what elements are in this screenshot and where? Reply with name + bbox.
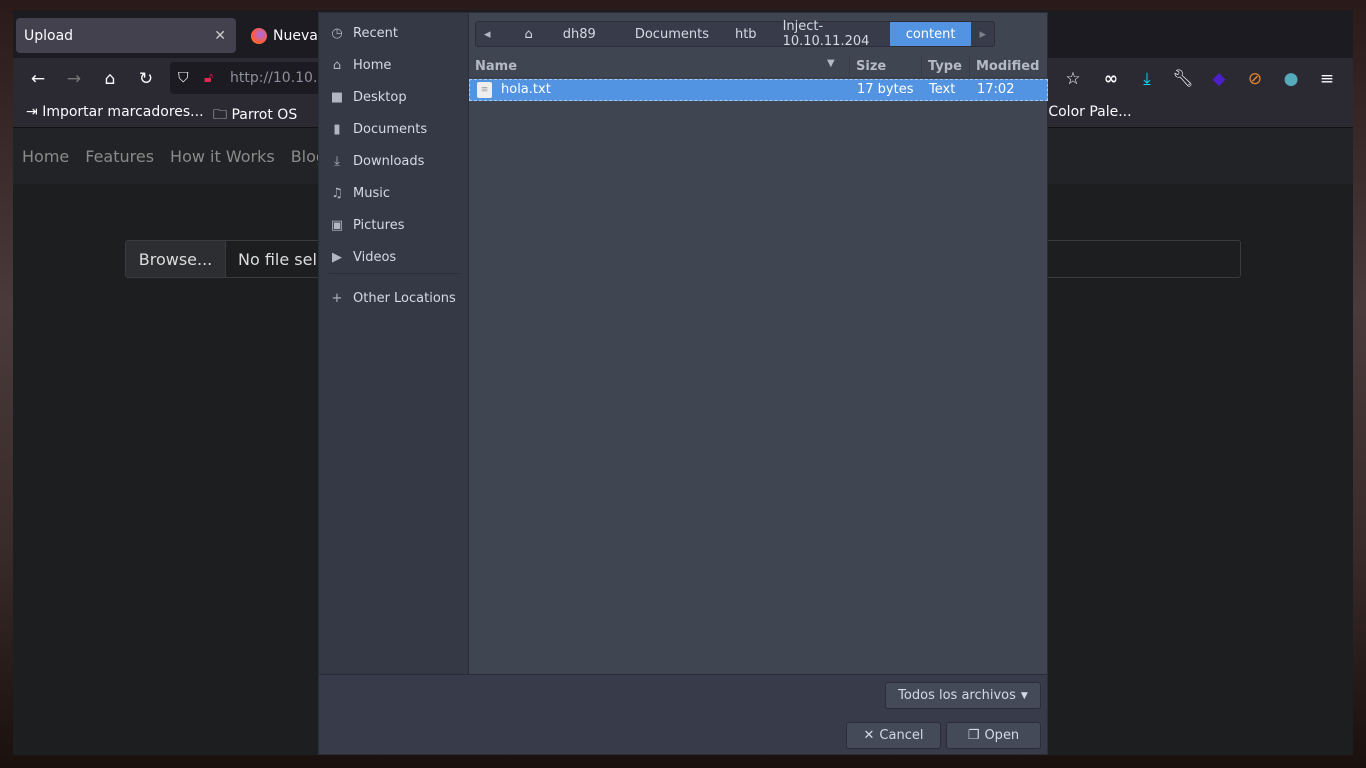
place-label: Music — [353, 185, 390, 201]
bookmark-label: Importar marcadores... — [42, 104, 204, 120]
clock-icon: ◷ — [331, 25, 343, 41]
file-row[interactable]: ≡ hola.txt 17 bytes Text 17:02 — [469, 79, 1048, 101]
document-icon: ▮ — [333, 121, 341, 137]
path-bar: ◂ ⌂ dh89 Documents htb Inject-10.10.11.20… — [475, 19, 995, 49]
places-sidebar: ◷ Recent ⌂ Home ■ Desktop ▮ Documents ⤓ Downl… — [319, 13, 469, 674]
nav-features[interactable]: Features — [85, 147, 154, 166]
place-label: Pictures — [353, 217, 405, 233]
place-label: Videos — [353, 249, 397, 265]
url-bar[interactable]: ⛉ 🔓︎ http://10.10. — [170, 62, 330, 94]
reload-icon[interactable]: ↻ — [135, 68, 157, 90]
home-icon: ⌂ — [524, 26, 533, 42]
video-icon: ▶ — [332, 249, 342, 265]
path-dh89[interactable]: ⌂ dh89 — [499, 22, 622, 46]
file-modified: 17:02 — [977, 82, 1015, 97]
place-label: Recent — [353, 25, 398, 41]
desktop-icon: ■ — [330, 89, 344, 105]
bookmark-import[interactable]: ⇥ Importar marcadores... — [26, 104, 204, 120]
bookmark-label: Parrot OS — [231, 107, 298, 123]
place-pictures[interactable]: ▣ Pictures — [319, 209, 469, 241]
wrench-icon[interactable]: 🔧︎ — [1172, 68, 1194, 90]
cancel-button[interactable]: ✕ Cancel — [846, 722, 941, 749]
col-name[interactable]: Name — [475, 59, 517, 74]
chevron-down-icon: ▼ — [1020, 690, 1028, 701]
path-inject[interactable]: Inject-10.10.11.204 — [770, 19, 890, 49]
place-documents[interactable]: ▮ Documents — [319, 113, 469, 145]
download-icon[interactable]: ⤓ — [1136, 68, 1158, 90]
file-filter-select[interactable]: Todos los archivos ▼ — [885, 682, 1041, 709]
place-label: Desktop — [353, 89, 407, 105]
shield-icon: ⛉ — [178, 70, 189, 86]
menu-icon[interactable]: ≡ — [1316, 68, 1338, 90]
path-htb[interactable]: htb — [722, 22, 770, 46]
place-recent[interactable]: ◷ Recent — [319, 17, 469, 49]
close-icon[interactable]: ✕ — [214, 28, 226, 44]
column-header: Name ▼ Size Type Modified — [469, 56, 1048, 78]
close-icon: ✕ — [863, 728, 875, 743]
bookmark-color-palette[interactable]: g Color Pale... — [1035, 104, 1132, 120]
picture-icon: ▣ — [330, 217, 344, 233]
place-music[interactable]: ♫ Music — [319, 177, 469, 209]
place-label: Downloads — [353, 153, 425, 169]
sort-down-icon: ▼ — [827, 58, 835, 69]
url-text: http://10.10. — [230, 70, 318, 86]
dialog-footer: Todos los archivos ▼ ✕ Cancel ❐ Open — [319, 674, 1047, 754]
download-icon: ⤓ — [334, 153, 340, 169]
place-other-locations[interactable]: + Other Locations — [319, 282, 469, 314]
foxyproxy-icon[interactable]: ● — [1280, 68, 1302, 90]
file-size: 17 bytes — [857, 82, 914, 97]
forward-icon[interactable]: → — [63, 68, 85, 90]
tab-label: Nueva — [273, 27, 318, 44]
path-content[interactable]: content — [889, 22, 972, 46]
private-mask-icon[interactable]: ∞ — [1100, 68, 1122, 90]
layers-extension-icon[interactable]: ◆ — [1208, 68, 1230, 90]
plus-icon: + — [331, 290, 343, 306]
cancel-label: Cancel — [879, 728, 924, 743]
bookmark-label: g Color Pale... — [1035, 104, 1132, 120]
home-icon: ⌂ — [332, 57, 342, 73]
music-icon: ♫ — [331, 185, 343, 201]
insecure-lock-icon: 🔓︎ — [204, 70, 214, 86]
open-label: Open — [984, 728, 1020, 743]
col-modified[interactable]: Modified — [969, 56, 1045, 78]
nav-home[interactable]: Home — [22, 147, 69, 166]
text-file-icon: ≡ — [477, 82, 492, 98]
path-scroll-left-icon[interactable]: ◂ — [476, 22, 499, 46]
path-label: dh89 — [562, 26, 596, 42]
blocked-extension-icon[interactable]: ⊘ — [1244, 68, 1266, 90]
tab-upload[interactable]: Upload ✕ — [16, 18, 236, 53]
filter-label: Todos los archivos — [898, 688, 1016, 703]
home-icon[interactable]: ⌂ — [99, 68, 121, 90]
file-type: Text — [929, 82, 956, 97]
open-icon: ❐ — [967, 728, 980, 743]
open-button[interactable]: ❐ Open — [946, 722, 1041, 749]
col-type[interactable]: Type — [921, 56, 968, 78]
place-label: Home — [353, 57, 392, 73]
tab-new[interactable]: Nueva — [243, 18, 323, 53]
bookmark-parrot-os[interactable]: 🗀 Parrot OS — [213, 104, 297, 128]
place-downloads[interactable]: ⤓ Downloads — [319, 145, 469, 177]
path-documents[interactable]: Documents — [622, 22, 722, 46]
file-chooser-dialog: ◷ Recent ⌂ Home ■ Desktop ▮ Documents ⤓ Downl… — [318, 12, 1048, 755]
col-size[interactable]: Size — [849, 56, 892, 78]
divider — [329, 273, 459, 274]
star-icon[interactable]: ☆ — [1062, 68, 1084, 90]
place-home[interactable]: ⌂ Home — [319, 49, 469, 81]
browse-button[interactable]: Browse... — [126, 241, 226, 277]
place-label: Other Locations — [353, 290, 456, 306]
nav-how-it-works[interactable]: How it Works — [170, 147, 275, 166]
place-label: Documents — [353, 121, 428, 137]
file-status: No file sel — [238, 249, 317, 269]
place-videos[interactable]: ▶ Videos — [319, 241, 469, 273]
place-desktop[interactable]: ■ Desktop — [319, 81, 469, 113]
tab-label: Upload — [24, 27, 74, 44]
firefox-icon — [251, 27, 267, 44]
file-name: hola.txt — [501, 82, 551, 97]
back-icon[interactable]: ← — [27, 68, 49, 90]
path-scroll-right-icon[interactable]: ▸ — [971, 22, 994, 46]
